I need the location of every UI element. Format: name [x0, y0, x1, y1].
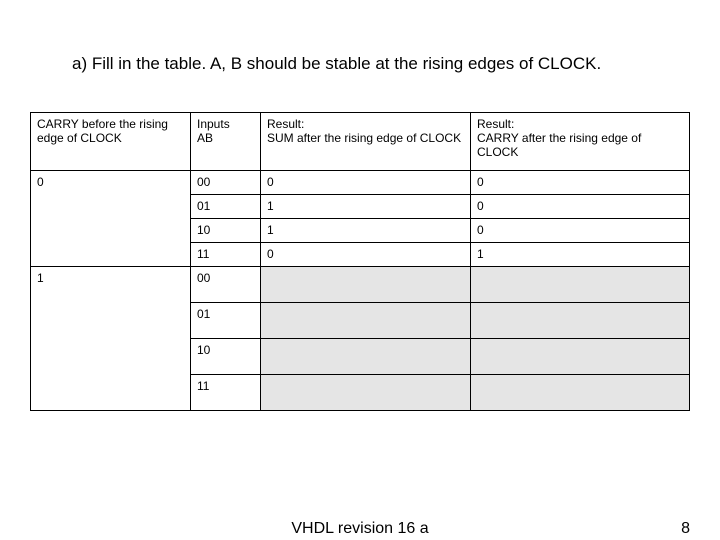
- page-number: 8: [681, 520, 690, 538]
- cell-carry-blank: [471, 339, 690, 375]
- cell-carry-before-1: 1: [31, 267, 191, 411]
- header-inputs: Inputs AB: [191, 113, 261, 171]
- question-title: a) Fill in the table. A, B should be sta…: [0, 0, 720, 74]
- cell-sum: 1: [261, 219, 471, 243]
- cell-sum-blank: [261, 375, 471, 411]
- header-carry-after: Result: CARRY after the rising edge of C…: [471, 113, 690, 171]
- cell-ab: 01: [191, 303, 261, 339]
- cell-ab: 11: [191, 375, 261, 411]
- cell-ab: 10: [191, 219, 261, 243]
- cell-carry-blank: [471, 303, 690, 339]
- cell-carry-blank: [471, 267, 690, 303]
- cell-sum-blank: [261, 303, 471, 339]
- header-sum: Result: SUM after the rising edge of CLO…: [261, 113, 471, 171]
- cell-sum: 1: [261, 195, 471, 219]
- cell-carry: 0: [471, 219, 690, 243]
- cell-carry-before-0: 0: [31, 171, 191, 267]
- cell-carry-blank: [471, 375, 690, 411]
- truth-table: CARRY before the rising edge of CLOCK In…: [30, 112, 690, 411]
- cell-ab: 10: [191, 339, 261, 375]
- cell-sum-blank: [261, 267, 471, 303]
- cell-ab: 00: [191, 171, 261, 195]
- cell-ab: 11: [191, 243, 261, 267]
- cell-sum-blank: [261, 339, 471, 375]
- truth-table-wrapper: CARRY before the rising edge of CLOCK In…: [0, 74, 720, 411]
- cell-carry: 0: [471, 171, 690, 195]
- cell-sum: 0: [261, 243, 471, 267]
- cell-carry: 1: [471, 243, 690, 267]
- header-carry-before: CARRY before the rising edge of CLOCK: [31, 113, 191, 171]
- footer-text: VHDL revision 16 a: [291, 520, 428, 538]
- cell-ab: 01: [191, 195, 261, 219]
- cell-carry: 0: [471, 195, 690, 219]
- cell-ab: 00: [191, 267, 261, 303]
- cell-sum: 0: [261, 171, 471, 195]
